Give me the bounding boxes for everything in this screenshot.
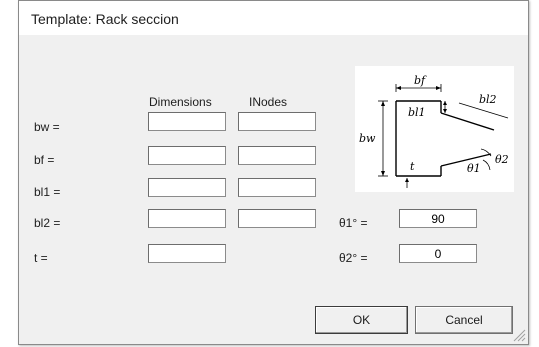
bl1-dimension-field[interactable] [148,178,226,197]
t-label: t = [34,251,48,265]
bl1-inodes-field[interactable] [238,178,316,197]
bl1-label: bl1 = [34,185,61,199]
theta2-field[interactable] [399,244,477,263]
cancel-button[interactable]: Cancel [415,306,513,334]
dimensions-header: Dimensions [149,95,212,109]
diagram-bf-label: bf [414,74,427,87]
dialog-window: Template: Rack seccion Dimensions INodes… [18,0,529,345]
theta2-label: θ2° = [339,251,368,265]
window-title: Template: Rack seccion [31,11,179,27]
bf-label: bf = [34,153,55,167]
theta1-label: θ1° = [339,216,368,230]
bl2-dimension-field[interactable] [148,209,226,228]
theta1-field[interactable] [399,209,477,228]
rack-section-diagram: bf bl2 bl1 bw t θ1 θ2 [355,66,514,192]
bw-label: bw = [34,120,60,134]
bw-inodes-field[interactable] [238,112,316,131]
t-dimension-field[interactable] [148,244,226,263]
resize-grip-icon[interactable] [512,328,526,342]
ok-button[interactable]: OK [315,306,408,334]
bl2-inodes-field[interactable] [238,209,316,228]
title-bar[interactable]: Template: Rack seccion [19,1,528,35]
diagram-theta2-label: θ2 [495,153,509,166]
diagram-bl1-label: bl1 [408,106,426,119]
diagram-t-label: t [410,160,415,173]
bl2-label: bl2 = [34,216,61,230]
bf-dimension-field[interactable] [148,146,226,165]
diagram-bw-label: bw [359,132,376,145]
bw-dimension-field[interactable] [148,112,226,131]
diagram-bl2-label: bl2 [479,93,497,106]
bf-inodes-field[interactable] [238,146,316,165]
diagram-theta1-label: θ1 [467,162,481,175]
inodes-header: INodes [249,95,288,109]
